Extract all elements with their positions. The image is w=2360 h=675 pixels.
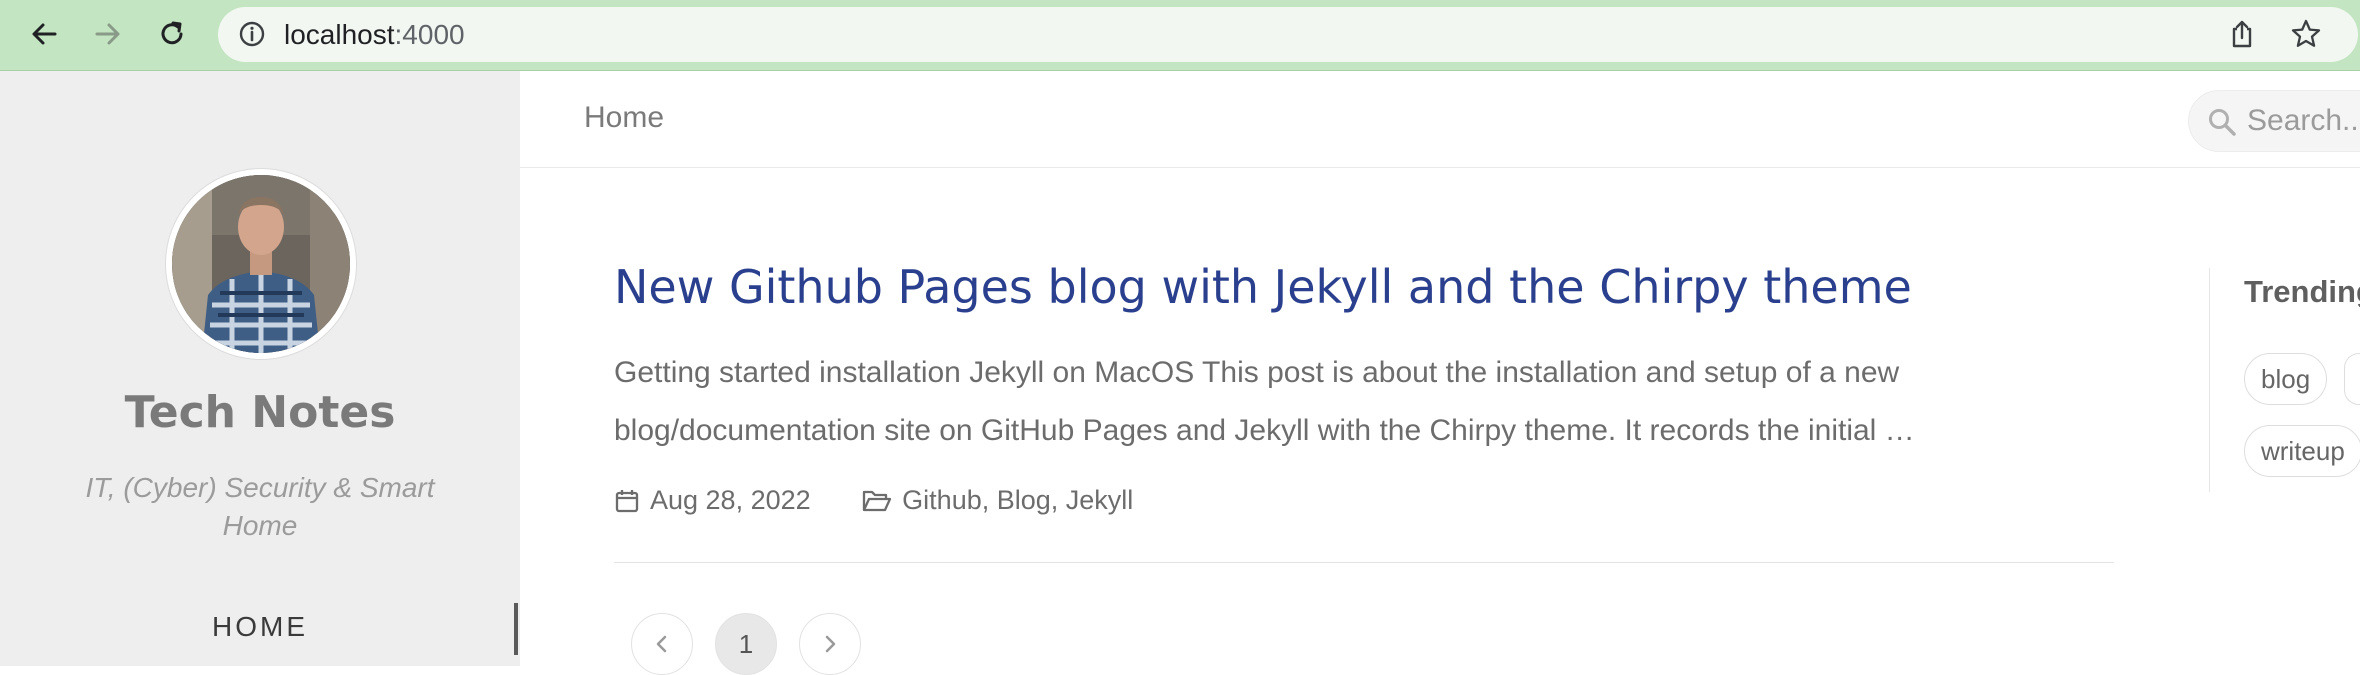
post-divider [614,562,2114,563]
tag-label: blog [2261,363,2311,394]
forward-button[interactable] [88,14,128,54]
site-title[interactable]: Tech Notes [0,387,520,438]
star-icon [2291,19,2321,47]
site-info-icon[interactable] [239,21,265,52]
url-host: localhost [284,19,395,50]
bookmark-button[interactable] [2288,16,2324,52]
active-nav-indicator [514,603,518,655]
back-arrow-icon [32,23,57,45]
post-date: Aug 28, 2022 [614,485,811,516]
panel-divider [2209,268,2210,492]
sidebar: Tech Notes IT, (Cyber) Security & Smart … [0,71,520,666]
address-bar[interactable]: localhost:4000 [218,7,2358,62]
tag-writeup[interactable]: writeup [2244,425,2360,477]
reload-icon [161,21,183,45]
chevron-left-icon [656,635,667,653]
site-subtitle: IT, (Cyber) Security & Smart Home [85,472,435,541]
share-button[interactable] [2224,16,2260,52]
browser-toolbar: localhost:4000 [0,0,2360,71]
tag-partial[interactable] [2344,353,2360,405]
folder-open-icon [863,490,892,511]
forward-arrow-icon [95,23,120,45]
post-categories: Github, Blog, Jekyll [862,485,1133,516]
url-port: :4000 [394,19,465,50]
post-meta: Aug 28, 2022 Github, Blog, Jekyll [614,485,1133,521]
post-date-text: Aug 28, 2022 [650,485,811,515]
url-text: localhost:4000 [284,19,465,51]
trending-title: Trending [2244,274,2360,309]
topbar: Home Search... [520,71,2360,168]
sidebar-item-home[interactable]: HOME [0,611,520,643]
search-icon [2207,107,2237,142]
tag-label: writeup [2261,435,2345,466]
avatar[interactable] [166,169,356,359]
chevron-right-icon [825,635,836,653]
back-button[interactable] [24,14,64,54]
breadcrumb: Home [584,101,665,134]
page-number: 1 [738,628,754,659]
search-box[interactable]: Search... [2188,90,2360,152]
reload-button[interactable] [152,14,192,54]
post-categories-text[interactable]: Github, Blog, Jekyll [902,485,1133,516]
share-icon [2232,20,2252,48]
search-input[interactable]: Search... [2247,104,2360,138]
avatar-photo [172,175,350,353]
post-title[interactable]: New Github Pages blog with Jekyll and th… [614,260,1912,314]
post-excerpt: Getting started installation Jekyll on M… [614,356,1915,447]
calendar-icon [615,489,639,512]
tag-blog[interactable]: blog [2244,353,2328,405]
